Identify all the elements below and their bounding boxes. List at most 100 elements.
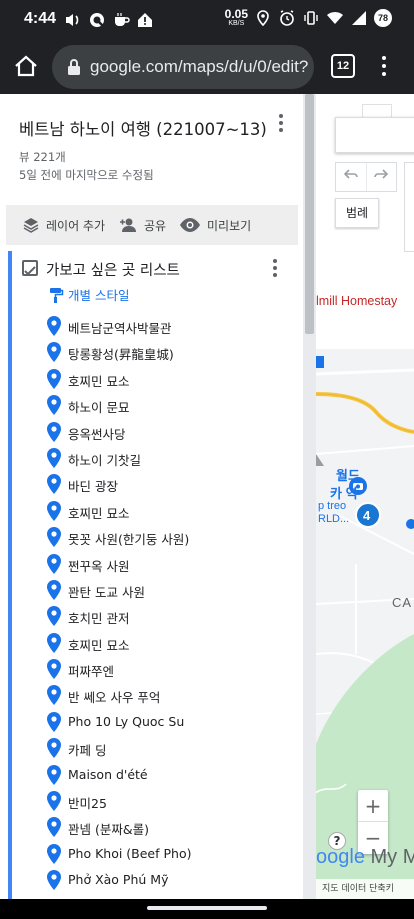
address-bar[interactable]: google.com/maps/d/u/0/edit? [52,45,314,89]
net-speed-unit: KB/S [228,20,245,27]
map-pin-icon [47,342,61,363]
list-item[interactable]: Pho 10 Ly Quoc Su [46,709,296,735]
add-layer-button[interactable]: 레이어 추가 [22,205,105,245]
list-item[interactable]: Pho Khoi (Beef Pho) [46,841,296,867]
list-item[interactable]: Maison d'été [46,762,296,788]
list-item[interactable]: 하노이 기찻길 [46,445,296,471]
browser-menu-button[interactable] [376,53,392,81]
place-name: 반 쎄오 사우 푸억 [68,690,161,706]
map-pin-icon [47,711,61,732]
map-label-world: 월드 [336,468,360,483]
wifi-icon [326,9,344,27]
status-time: 4:44 [24,10,57,27]
map-pin-icon [47,870,61,891]
map-pin-icon [47,738,61,759]
redo-button[interactable] [367,163,397,191]
place-name: 하노이 기찻길 [68,452,141,468]
share-label: 공유 [144,218,167,233]
place-list: 베트남군역사박물관 탕롱황성(昇龍皇城) 호찌민 묘소 하노이 문묘 응옥썬사당… [46,313,296,894]
map-title[interactable]: 베트남 하노이 여행 (221007~13) [19,116,267,140]
home-button[interactable] [12,52,40,80]
place-name: 카페 딩 [68,743,107,759]
place-name: 호찌민 묘소 [68,373,130,389]
map-label-homestay: lmill Homestay [316,294,398,308]
logo-my-maps-text: My Ma [370,846,414,868]
place-name: 응옥썬사당 [68,426,126,442]
list-item[interactable]: 베트남군역사박물관 [46,313,296,339]
layer-accent-bar [8,251,12,899]
paint-roller-icon [50,287,64,303]
legend-button[interactable]: 범례 [335,198,379,228]
list-item[interactable]: 반미25 [46,788,296,814]
home-gesture-handle[interactable] [147,906,267,910]
list-item[interactable]: 바딘 광장 [46,471,296,497]
map-pin-icon [47,395,61,416]
redo-icon [374,169,389,179]
map-pin-icon [47,606,61,627]
map-pin-icon [47,632,61,653]
map-info-panel: 베트남 하노이 여행 (221007~13) 뷰 221개 5일 전에 마지막으… [0,94,303,899]
undo-button[interactable] [336,163,367,191]
cluster-count[interactable]: 4 [363,508,370,523]
list-item[interactable]: 퍼짜쭈엔 [46,656,296,682]
speaker-icon [64,11,82,29]
layer-style-link[interactable]: 개별 스타일 [48,285,129,304]
add-layer-label: 레이어 추가 [46,218,106,233]
map-pin-icon [47,791,61,812]
map-pin-icon [47,817,61,838]
last-modified: 5일 전에 마지막으로 수정됨 [19,168,154,182]
list-item[interactable]: 꽌넴 (분짜&롤) [46,814,296,840]
place-name: 꽌탄 도교 사원 [68,584,145,600]
status-right: 0.05 KB/S 78 [225,8,392,27]
map-pin-icon [47,421,61,442]
map-pin-icon [47,447,61,468]
map-options-button[interactable] [276,112,286,134]
layer-options-button[interactable] [270,257,280,279]
place-name: Phở Xào Phú Mỹ [68,872,169,888]
share-button[interactable]: 공유 [118,205,166,245]
list-item[interactable]: 카페 딩 [46,735,296,761]
list-item[interactable]: 호찌민 묘소 [46,366,296,392]
map-tools-panel[interactable] [404,162,414,252]
list-item[interactable]: Phở Xào Phú Mỹ [46,867,296,893]
undo-redo-controls [335,162,397,192]
place-name: Pho 10 Ly Quoc Su [68,713,185,729]
place-name: 탕롱황성(昇龍皇城) [68,347,174,363]
tab-switcher-button[interactable]: 12 [331,54,355,78]
place-name: 호치민 관저 [68,611,130,627]
preview-button[interactable]: 미리보기 [179,205,251,245]
system-nav-bar [0,899,414,919]
zoom-in-button[interactable]: + [358,790,388,822]
google-my-maps-logo: oogle My Ma [316,846,414,869]
net-speed-value: 0.05 [224,7,248,21]
map-search-box[interactable] [335,117,414,153]
list-item[interactable]: 반 쎄오 사우 푸억 [46,682,296,708]
place-name: 못꼿 사원(한기둥 사원) [68,532,190,548]
list-item[interactable]: 하노이 문묘 [46,392,296,418]
list-item[interactable]: 꽌탄 도교 사원 [46,577,296,603]
list-item[interactable]: 쩐꾸옥 사원 [46,551,296,577]
layer-header: 가보고 싶은 곳 리스트 [22,257,292,283]
list-item[interactable]: 못꼿 사원(한기둥 사원) [46,524,296,550]
place-name: 바딘 광장 [68,479,118,495]
place-name: 퍼짜쭈엔 [68,664,115,680]
map-label-rld: RLD... [318,513,350,525]
list-item[interactable]: 호치민 관저 [46,603,296,629]
place-name: 쩐꾸옥 사원 [68,558,130,574]
layer-title[interactable]: 가보고 싶은 곳 리스트 [46,259,180,280]
map-pin-icon [47,316,61,336]
app-q-icon [88,11,106,29]
view-count: 뷰 221개 [19,150,66,164]
place-name: 호찌민 묘소 [68,505,130,521]
style-label: 개별 스타일 [68,288,130,303]
list-item[interactable]: 응옥썬사당 [46,419,296,445]
list-item[interactable]: 탕롱황성(昇龍皇城) [46,339,296,365]
list-item[interactable]: 호찌민 묘소 [46,630,296,656]
map-pin-icon [47,368,61,389]
list-item[interactable]: 호찌민 묘소 [46,498,296,524]
map-canvas[interactable]: 범례 lmill Homestay 월드 카 역 p treo RLD... 4… [316,94,414,899]
zoom-controls: + − [358,790,388,854]
map-footer[interactable]: 지도 데이터 단축키 [316,879,414,899]
panel-scrollbar[interactable] [305,94,314,334]
layer-visibility-checkbox[interactable] [22,260,38,276]
